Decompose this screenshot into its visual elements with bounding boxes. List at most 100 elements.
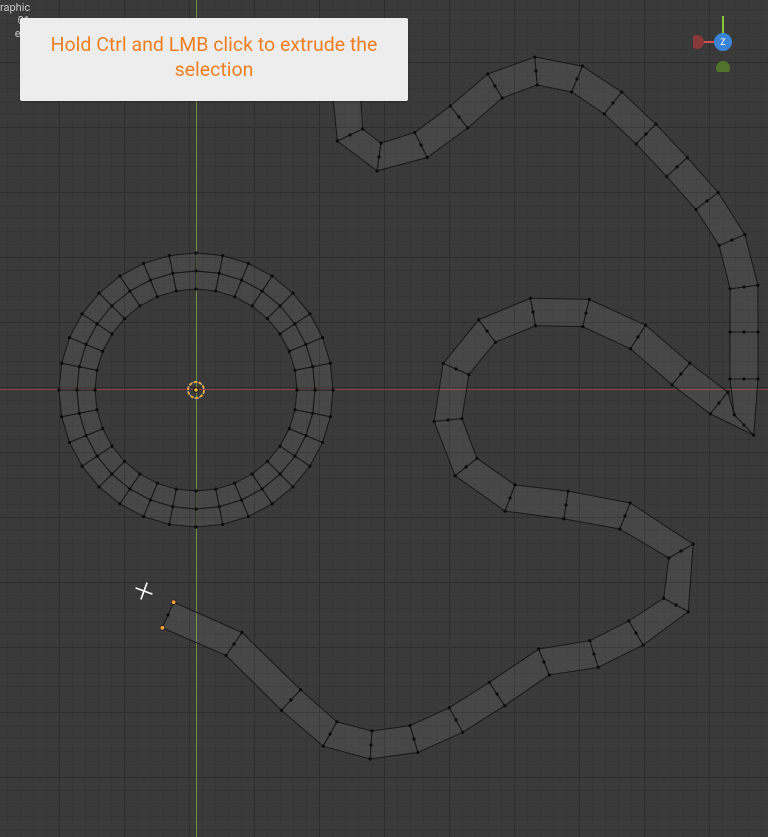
mesh-vertex[interactable] [548,673,551,676]
mesh-vertex[interactable] [295,388,298,391]
mesh-vertex[interactable] [142,262,145,265]
mesh-vertex[interactable] [110,332,113,335]
mesh-vertex[interactable] [194,251,197,254]
mesh-vertex[interactable] [266,460,269,463]
mesh-vertex[interactable] [311,412,314,415]
mesh-vertex[interactable] [288,427,291,430]
mesh-vertex[interactable] [466,126,469,129]
mesh-vertex[interactable] [709,412,712,415]
mesh-face[interactable] [730,332,758,379]
mesh-vertex[interactable] [240,498,243,501]
mesh-vertex[interactable] [742,377,745,380]
mesh-vertex[interactable] [412,737,415,740]
mesh-face[interactable] [173,271,196,291]
mesh-vertex[interactable] [149,278,152,281]
mesh-vertex[interactable] [756,330,759,333]
mesh-vertex[interactable] [247,262,250,265]
mesh-vertex[interactable] [118,274,121,277]
mesh-vertex[interactable] [311,365,314,368]
mesh-vertex[interactable] [123,460,126,463]
mesh-face[interactable] [196,253,223,273]
mesh-vertex[interactable] [453,474,456,477]
mesh-vertex[interactable] [733,413,736,416]
mesh-vertex[interactable] [221,254,224,257]
mesh-vertex[interactable] [688,362,691,365]
mesh-vertex[interactable] [194,269,197,272]
mesh-vertex[interactable] [674,603,677,606]
mesh-vertex[interactable] [717,191,720,194]
mesh-vertex[interactable] [728,330,731,333]
viewport-3d[interactable]: raphic 01 ete Hold Ctrl and LMB click to… [0,0,768,837]
mesh-vertex[interactable] [251,472,254,475]
mesh-vertex[interactable] [156,295,159,298]
mesh-vertex[interactable] [426,156,429,159]
mesh-vertex[interactable] [493,84,496,87]
mesh-vertex[interactable] [247,515,250,518]
mesh-face[interactable] [505,485,568,519]
mesh-vertex[interactable] [279,304,282,307]
mesh-vertex[interactable] [717,401,720,404]
mesh-vertex[interactable] [328,732,331,735]
mesh-vertex[interactable] [313,388,316,391]
mesh-vertex[interactable] [460,417,463,420]
mesh-vertex[interactable] [60,362,63,365]
mesh-face[interactable] [295,390,315,413]
mesh-vertex[interactable] [597,666,600,669]
mesh-vertex[interactable] [278,445,281,448]
mesh-vertex[interactable] [118,502,121,505]
mesh-face[interactable] [162,602,242,655]
mesh-face[interactable] [77,390,97,413]
mesh-vertex[interactable] [477,318,480,321]
gizmo-axis-neg-y[interactable] [716,61,730,72]
mesh-vertex[interactable] [101,350,104,353]
mesh-face[interactable] [370,726,418,759]
mesh-vertex[interactable] [101,427,104,430]
mesh-vertex[interactable] [194,525,197,528]
mesh-vertex[interactable] [432,420,435,423]
mesh-vertex[interactable] [218,272,221,275]
mesh-vertex[interactable] [636,335,639,338]
mesh-vertex[interactable] [692,542,695,545]
mesh-vertex[interactable] [718,244,721,247]
mesh-vertex[interactable] [331,388,334,391]
mesh-vertex[interactable] [454,718,457,721]
mesh-vertex[interactable] [449,104,452,107]
mesh-vertex[interactable] [603,112,606,115]
mesh-vertex[interactable] [534,324,537,327]
mesh-vertex[interactable] [279,473,282,476]
mesh-vertex[interactable] [461,731,464,734]
mesh-vertex[interactable] [542,660,545,663]
mesh-vertex[interactable] [304,343,307,346]
mesh-vertex[interactable] [214,487,217,490]
mesh-vertex[interactable] [743,233,746,236]
mesh-vertex[interactable] [534,69,537,72]
mesh-vertex[interactable] [361,127,364,130]
mesh-vertex[interactable] [233,295,236,298]
mesh-vertex[interactable] [756,284,759,287]
mesh-vertex[interactable] [494,341,497,344]
mesh-vertex[interactable] [271,274,274,277]
mesh-vertex[interactable] [194,489,197,492]
mesh-vertex[interactable] [457,115,460,118]
mesh-vertex[interactable] [503,509,506,512]
mesh-vertex[interactable] [679,372,682,375]
mesh-vertex[interactable] [687,610,690,613]
mesh-vertex[interactable] [168,254,171,257]
mesh-vertex[interactable] [705,199,708,202]
mesh-vertex[interactable] [336,139,339,142]
mesh-face[interactable] [539,641,599,675]
mesh-vertex[interactable] [329,415,332,418]
mesh-vertex[interactable] [166,613,169,616]
mesh-vertex[interactable] [485,329,488,332]
mesh-vertex[interactable] [218,505,221,508]
mesh-vertex[interactable] [149,498,152,501]
mesh-vertex[interactable] [214,289,217,292]
mesh-vertex[interactable] [467,373,470,376]
mesh-vertex[interactable] [321,441,324,444]
mesh-vertex[interactable] [567,490,570,493]
mesh-face[interactable] [226,632,301,710]
mesh-vertex[interactable] [168,523,171,526]
mesh-vertex[interactable] [408,724,411,727]
mesh-vertex[interactable] [667,556,670,559]
mesh-vertex[interactable] [634,631,637,634]
